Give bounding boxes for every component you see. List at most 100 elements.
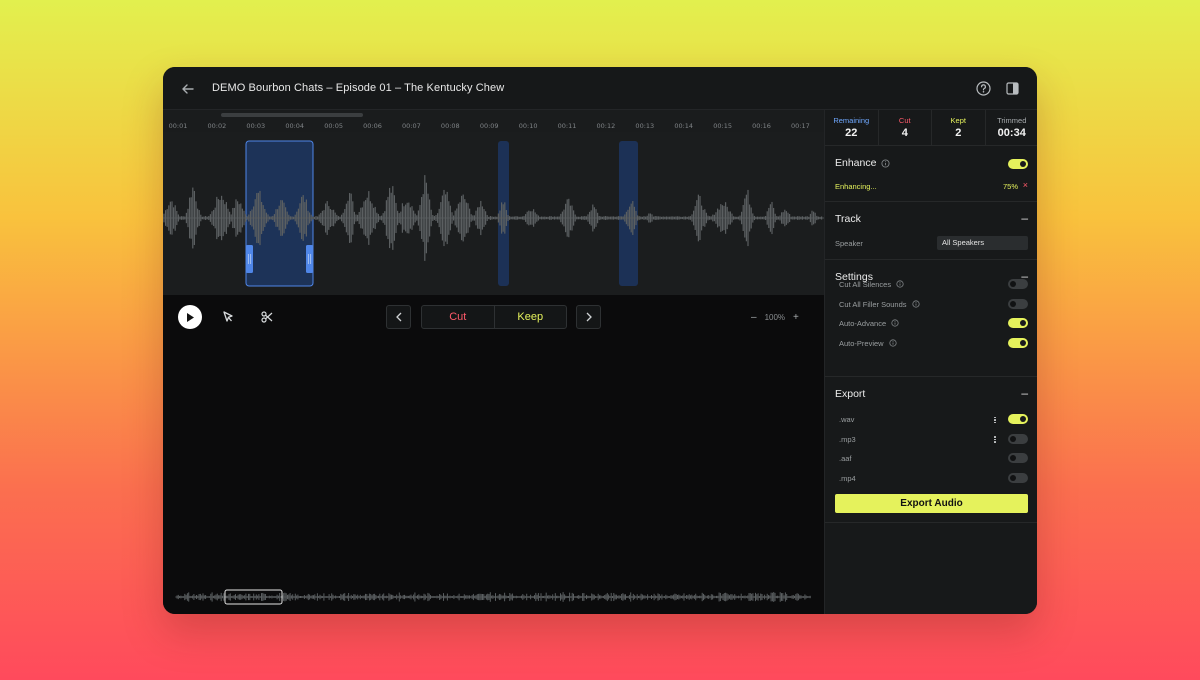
stat-remaining: Remaining 22 <box>825 110 878 145</box>
ruler-tick-label: 00:06 <box>363 122 382 130</box>
setting-label: Auto-Advance <box>839 319 900 328</box>
setting-toggle[interactable] <box>1008 337 1028 348</box>
setting-toggle[interactable] <box>1008 318 1028 328</box>
setting-label: Cut All Filler Sounds <box>839 300 921 309</box>
waveform-area[interactable] <box>163 132 824 295</box>
setting-label: Auto-Preview <box>839 339 898 348</box>
ruler-tick-label: 00:13 <box>635 122 655 130</box>
ruler-tick-label: 00:11 <box>557 122 577 130</box>
more-options-icon[interactable] <box>993 435 997 445</box>
ruler-scroll-thumb[interactable] <box>221 113 363 117</box>
ruler-tick-label: 00:03 <box>246 122 266 130</box>
back-arrow-icon[interactable] <box>179 80 197 98</box>
overview-strip[interactable] <box>163 580 824 610</box>
setting-label-text: Auto-Advance <box>839 319 887 328</box>
help-icon[interactable] <box>975 80 992 97</box>
export-format-toggle[interactable] <box>1008 453 1028 463</box>
export-format-toggle[interactable] <box>1008 433 1028 444</box>
cut-button[interactable]: Cut <box>422 306 494 328</box>
zoom-level: 100% <box>764 313 786 322</box>
overview-waveform[interactable] <box>163 580 824 610</box>
zoom-out-button[interactable]: – <box>751 312 757 323</box>
ruler-tick-label: 00:07 <box>402 122 421 130</box>
info-icon[interactable] <box>889 338 898 348</box>
more-options-icon[interactable] <box>993 415 997 425</box>
previous-button[interactable] <box>386 305 411 329</box>
enhance-header: Enhance <box>835 157 891 169</box>
ruler-tick-label: 00:01 <box>168 122 188 130</box>
ruler-tick-label: 00:14 <box>674 122 694 130</box>
export-format-toggle[interactable] <box>1008 414 1028 424</box>
track-section: Track – Speaker All Speakers <box>825 202 1037 260</box>
setting-toggle[interactable] <box>1008 279 1028 289</box>
ruler-tick-label: 00:10 <box>518 122 538 130</box>
select-tool-icon[interactable] <box>219 308 237 326</box>
stat-value: 4 <box>901 127 908 139</box>
region-right-handle[interactable] <box>306 245 313 273</box>
setting-toggle[interactable] <box>1008 298 1028 309</box>
ruler-tick-label: 00:09 <box>479 122 499 130</box>
stat-kept: Kept 2 <box>931 110 985 145</box>
edit-toolbar: Cut Keep – 100% + <box>163 295 824 340</box>
collapse-track-button[interactable]: – <box>1021 211 1028 225</box>
stat-label: Kept <box>950 116 966 125</box>
stat-label: Remaining <box>833 116 870 125</box>
ruler-tick-label: 00:04 <box>285 122 305 130</box>
zoom-in-button[interactable]: + <box>793 312 799 323</box>
chevron-right-icon <box>586 312 592 322</box>
play-button[interactable] <box>178 305 202 329</box>
sidebar: Remaining 22 Cut 4 Kept 2 Trimmed 00:34 … <box>824 110 1037 614</box>
zoom-control: – 100% + <box>751 312 799 323</box>
enhance-progress: 75% <box>1002 182 1018 191</box>
setting-label-text: Cut All Silences <box>839 280 892 289</box>
export-header: Export <box>835 388 865 400</box>
stat-label: Trimmed <box>997 116 1027 125</box>
waveform[interactable] <box>163 132 824 295</box>
scissors-icon[interactable] <box>258 308 276 326</box>
setting-label-text: Cut All Filler Sounds <box>839 299 907 309</box>
timeline-ruler[interactable]: 00:01 00:02 00:03 00:04 00:05 00:06 00:07 00:08… <box>163 110 824 132</box>
play-icon <box>187 312 194 322</box>
speaker-select[interactable]: All Speakers <box>937 236 1028 250</box>
ruler-tick-label: 00:16 <box>752 122 771 130</box>
ruler-tick-label: 00:12 <box>596 122 616 130</box>
next-button[interactable] <box>576 305 601 329</box>
enhance-toggle[interactable] <box>1008 159 1028 169</box>
cut-keep-toggle: Cut Keep <box>421 305 567 329</box>
sidebar-toggle-icon[interactable] <box>1004 80 1021 97</box>
setting-label-text: Auto-Preview <box>839 338 884 348</box>
track-title: Track <box>835 213 861 225</box>
top-bar: DEMO Bourbon Chats – Episode 01 – The Ke… <box>163 67 1037 110</box>
export-format-toggle[interactable] <box>1008 472 1028 483</box>
ruler-tick-label: 00:02 <box>207 122 227 130</box>
episode-title: DEMO Bourbon Chats – Episode 01 – The Ke… <box>212 82 505 94</box>
cancel-enhance-button[interactable]: × <box>1023 180 1028 190</box>
export-format-label: .aaf <box>839 454 852 463</box>
stat-cut: Cut 4 <box>877 110 932 145</box>
info-icon[interactable] <box>911 299 921 309</box>
export-section: Export – .wav .mp3 .aaf .mp4 Export Audio <box>825 377 1037 523</box>
speaker-label: Speaker <box>835 239 863 248</box>
stat-value: 00:34 <box>997 127 1026 139</box>
ruler-tick-label: 00:05 <box>324 122 343 130</box>
info-icon[interactable] <box>881 158 891 168</box>
region-left-handle[interactable] <box>246 245 253 273</box>
app-window: DEMO Bourbon Chats – Episode 01 – The Ke… <box>163 67 1037 614</box>
stat-trimmed: Trimmed 00:34 <box>984 110 1038 145</box>
export-title: Export <box>835 388 866 400</box>
collapse-export-button[interactable]: – <box>1021 386 1028 400</box>
info-icon[interactable] <box>896 280 905 289</box>
track-header: Track <box>835 213 861 225</box>
stat-label: Cut <box>898 116 911 125</box>
export-audio-button[interactable]: Export Audio <box>835 494 1028 513</box>
stat-value: 2 <box>955 127 962 139</box>
ruler-tick-label: 00:17 <box>791 122 810 130</box>
chevron-left-icon <box>395 312 401 322</box>
info-icon[interactable] <box>891 319 900 328</box>
enhance-title: Enhance <box>835 157 877 169</box>
stats-bar: Remaining 22 Cut 4 Kept 2 Trimmed 00:34 <box>825 110 1037 146</box>
keep-button[interactable]: Keep <box>493 306 567 328</box>
editor-area: 00:01 00:02 00:03 00:04 00:05 00:06 00:07 00:08… <box>163 110 824 614</box>
ruler-tick-label: 00:08 <box>440 122 460 130</box>
export-format-label: .wav <box>839 415 855 424</box>
